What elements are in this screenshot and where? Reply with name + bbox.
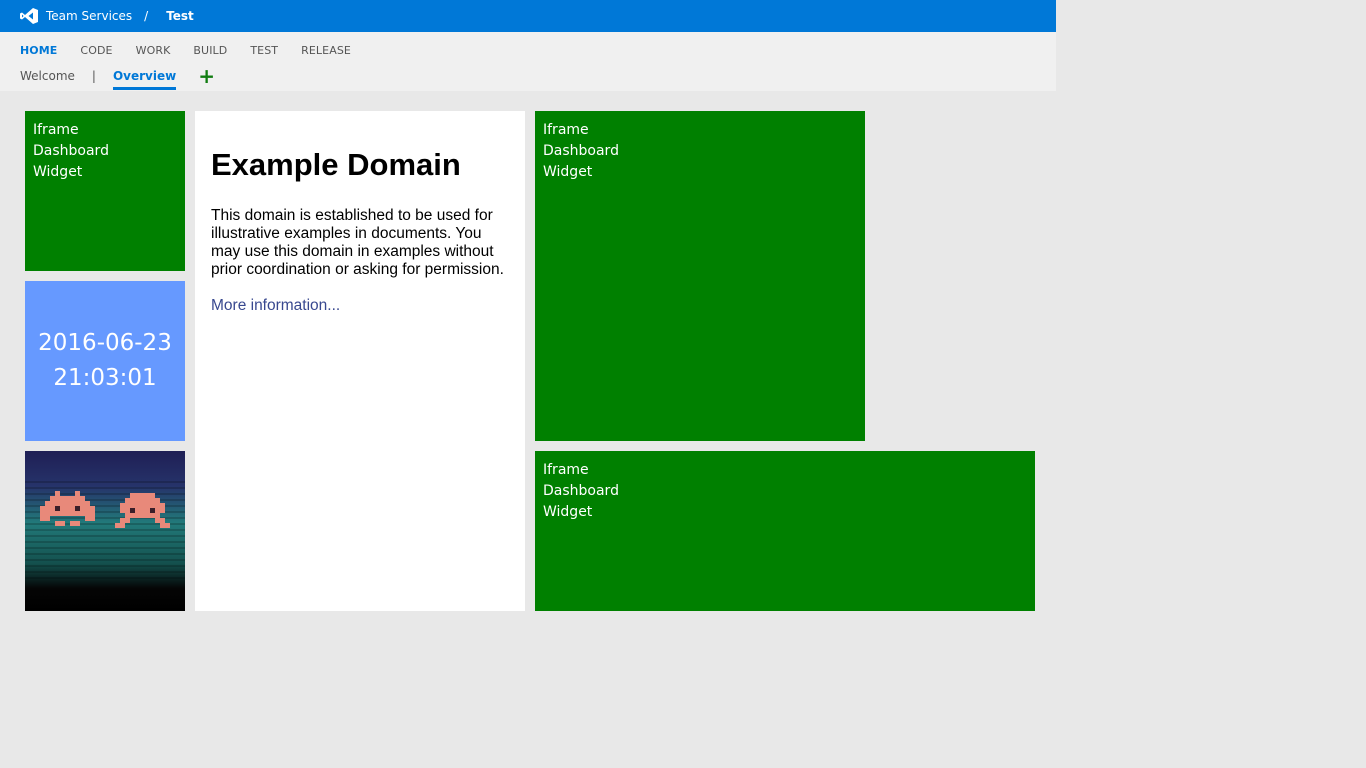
clock-time: 21:03:01 — [53, 365, 157, 391]
hub-code[interactable]: CODE — [80, 44, 112, 57]
iframe-widget-1[interactable]: Iframe Dashboard Widget — [25, 111, 185, 271]
widget-label-line: Iframe — [543, 462, 589, 478]
space-invaders-image — [25, 451, 185, 611]
example-paragraph: This domain is established to be used fo… — [211, 207, 504, 278]
visual-studio-logo-icon[interactable] — [20, 8, 38, 24]
project-name[interactable]: Test — [166, 9, 194, 23]
hub-nav: HOME CODE WORK BUILD TEST RELEASE — [20, 44, 374, 57]
iframe-widget-2[interactable]: Iframe Dashboard Widget — [535, 111, 865, 441]
hub-work[interactable]: WORK — [136, 44, 171, 57]
widget-label-line: Iframe — [543, 122, 589, 138]
widget-label-line: Widget — [33, 164, 83, 180]
hub-build[interactable]: BUILD — [193, 44, 227, 57]
tab-divider: | — [91, 69, 96, 83]
dashboard-tabs: Welcome | Overview + — [20, 66, 215, 90]
example-title: Example Domain — [211, 147, 461, 182]
tab-overview[interactable]: Overview — [112, 69, 177, 90]
widget-label-line: Dashboard — [543, 483, 619, 499]
hub-release[interactable]: RELEASE — [301, 44, 351, 57]
widget-label-line: Dashboard — [543, 143, 619, 159]
brand-link[interactable]: Team Services — [46, 9, 132, 23]
hub-test[interactable]: TEST — [250, 44, 278, 57]
widget-label-line: Iframe — [33, 122, 79, 138]
example-domain-widget: Example Domain This domain is establishe… — [195, 111, 525, 611]
space-invaders-widget[interactable] — [25, 451, 185, 611]
tab-welcome[interactable]: Welcome — [20, 69, 75, 83]
clock-date: 2016-06-23 — [38, 330, 172, 356]
widget-label-line: Dashboard — [33, 143, 109, 159]
widget-label-line: Widget — [543, 164, 593, 180]
navigation-area: HOME CODE WORK BUILD TEST RELEASE Welcom… — [0, 32, 1056, 91]
clock-widget[interactable]: 2016-06-23 21:03:01 — [25, 281, 185, 441]
iframe-widget-3[interactable]: Iframe Dashboard Widget — [535, 451, 1035, 611]
widget-label-line: Widget — [543, 504, 593, 520]
top-bar: Team Services / Test — [0, 0, 1056, 32]
plus-icon[interactable]: + — [198, 66, 215, 86]
more-information-link[interactable]: More information... — [211, 297, 340, 314]
hub-home[interactable]: HOME — [20, 44, 57, 57]
breadcrumb-separator: / — [144, 9, 149, 23]
